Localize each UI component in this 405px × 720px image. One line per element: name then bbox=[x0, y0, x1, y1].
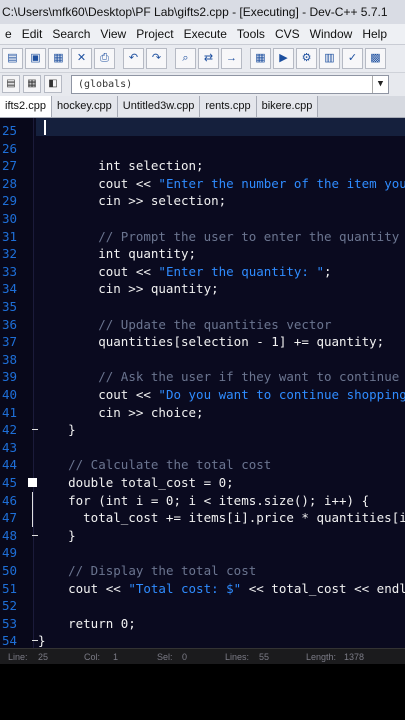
status-line-value: 25 bbox=[38, 652, 49, 662]
code-line[interactable]: cin >> selection; bbox=[0, 192, 405, 210]
status-sel-value: 0 bbox=[182, 652, 188, 662]
status-col-value: 1 bbox=[113, 652, 119, 662]
status-col-label: Col: bbox=[84, 652, 101, 662]
toolbar-separator bbox=[244, 48, 248, 69]
open-icon[interactable]: ▤ bbox=[2, 48, 23, 69]
code-line[interactable]: } bbox=[0, 632, 405, 648]
code-line[interactable]: cin >> quantity; bbox=[0, 280, 405, 298]
print-icon[interactable]: ⎙ bbox=[94, 48, 115, 69]
status-lines-value: 55 bbox=[259, 652, 270, 662]
code-line[interactable] bbox=[0, 597, 405, 615]
code-line[interactable]: // Ask the user if they want to continue… bbox=[0, 368, 405, 386]
code-line[interactable]: int quantity; bbox=[0, 245, 405, 263]
main-toolbar: ▤ ▣ ▦ ✕ ⎙ ↶ ↷ ⌕ ⇄ → ▦ ▶ ⚙ ▥ ✓ ▩ bbox=[0, 44, 405, 72]
menu-cvs[interactable]: CVS bbox=[270, 24, 305, 44]
toolbar-separator bbox=[117, 48, 121, 69]
code-line[interactable]: // Update the quantities vector bbox=[0, 316, 405, 334]
status-length-label: Length: bbox=[306, 652, 337, 662]
menu-search[interactable]: Search bbox=[47, 24, 95, 44]
code-line[interactable]: cout << "Enter the quantity: "; bbox=[0, 263, 405, 281]
code-line[interactable]: // Display the total cost bbox=[0, 562, 405, 580]
status-bar: Line: 25 Col: 1 Sel: 0 Lines: 55 Length:… bbox=[0, 648, 405, 664]
menu-bar: e Edit Search View Project Execute Tools CVS Win… bbox=[0, 24, 405, 44]
tab-bikere[interactable]: bikere.cpp bbox=[256, 96, 319, 117]
globals-value: (globals) bbox=[78, 79, 133, 90]
menu-window[interactable]: Window bbox=[305, 24, 358, 44]
status-lines-label: Lines: bbox=[225, 652, 250, 662]
tab-rents[interactable]: rents.cpp bbox=[200, 96, 257, 117]
code-line[interactable]: total_cost += items[i].price * quantitie… bbox=[0, 509, 405, 527]
compile-icon[interactable]: ▦ bbox=[250, 48, 271, 69]
compile-run-icon[interactable]: ⚙ bbox=[296, 48, 317, 69]
project-icon[interactable]: ▤ bbox=[2, 75, 20, 93]
code-line[interactable] bbox=[0, 439, 405, 457]
code-line[interactable]: // Calculate the total cost bbox=[0, 456, 405, 474]
menu-tools[interactable]: Tools bbox=[232, 24, 270, 44]
code-line[interactable]: cout << "Enter the number of the item yo… bbox=[0, 175, 405, 193]
goto-icon[interactable]: → bbox=[221, 48, 242, 69]
rebuild-icon[interactable]: ▥ bbox=[319, 48, 340, 69]
code-line[interactable]: } bbox=[0, 527, 405, 545]
run-icon[interactable]: ▶ bbox=[273, 48, 294, 69]
code-line[interactable] bbox=[0, 140, 405, 158]
redo-icon[interactable]: ↷ bbox=[146, 48, 167, 69]
code-line[interactable]: cout << "Total cost: $" << total_cost <<… bbox=[0, 580, 405, 598]
menu-project[interactable]: Project bbox=[131, 24, 178, 44]
code-line[interactable] bbox=[0, 351, 405, 369]
status-line-label: Line: bbox=[8, 652, 28, 662]
code-line[interactable] bbox=[0, 122, 405, 140]
menu-file[interactable]: e bbox=[0, 24, 17, 44]
grid-icon[interactable]: ▩ bbox=[365, 48, 386, 69]
class-icon[interactable]: ▦ bbox=[23, 75, 41, 93]
debug-icon[interactable]: ✓ bbox=[342, 48, 363, 69]
code-editor[interactable]: 25 26 27 28 29 30 31 32 33 34 35 36 37 38 39 40 41 42 43 44… bbox=[0, 118, 405, 648]
code-line[interactable] bbox=[0, 544, 405, 562]
menu-edit[interactable]: Edit bbox=[17, 24, 48, 44]
tab-untitled3w[interactable]: Untitled3w.cpp bbox=[117, 96, 201, 117]
code-line[interactable]: int selection; bbox=[0, 157, 405, 175]
code-line[interactable] bbox=[0, 298, 405, 316]
tab-hockey[interactable]: hockey.cpp bbox=[51, 96, 118, 117]
menu-view[interactable]: View bbox=[95, 24, 131, 44]
code-line[interactable]: double total_cost = 0; bbox=[0, 474, 405, 492]
secondary-toolbar: ▤ ▦ ◧ (globals) ▼ bbox=[0, 72, 405, 96]
save-icon[interactable]: ▣ bbox=[25, 48, 46, 69]
status-length-value: 1378 bbox=[344, 652, 365, 662]
chevron-down-icon[interactable]: ▼ bbox=[372, 76, 388, 93]
replace-icon[interactable]: ⇄ bbox=[198, 48, 219, 69]
bookmark-icon[interactable]: ◧ bbox=[44, 75, 62, 93]
globals-dropdown[interactable]: (globals) ▼ bbox=[71, 75, 389, 94]
toolbar-separator bbox=[169, 48, 173, 69]
window-title: C:\Users\mfk60\Desktop\PF Lab\gifts2.cpp… bbox=[0, 0, 405, 24]
tab-gifts2[interactable]: ifts2.cpp bbox=[0, 96, 52, 117]
code-line[interactable]: return 0; bbox=[0, 615, 405, 633]
status-sel-label: Sel: bbox=[157, 652, 173, 662]
find-icon[interactable]: ⌕ bbox=[175, 48, 196, 69]
screen-bezel bbox=[0, 664, 405, 720]
code-line[interactable]: cout << "Do you want to continue shoppin… bbox=[0, 386, 405, 404]
code-line[interactable] bbox=[0, 210, 405, 228]
close-icon[interactable]: ✕ bbox=[71, 48, 92, 69]
undo-icon[interactable]: ↶ bbox=[123, 48, 144, 69]
menu-help[interactable]: Help bbox=[357, 24, 392, 44]
menu-execute[interactable]: Execute bbox=[179, 24, 232, 44]
file-tabs: ifts2.cpp hockey.cpp Untitled3w.cpp rents.c… bbox=[0, 96, 405, 118]
code-line[interactable]: } bbox=[0, 421, 405, 439]
code-line[interactable]: cin >> choice; bbox=[0, 404, 405, 422]
code-line[interactable]: quantities[selection - 1] += quantity; bbox=[0, 333, 405, 351]
code-line[interactable]: for (int i = 0; i < items.size(); i++) { bbox=[0, 492, 405, 510]
code-line[interactable]: // Prompt the user to enter the quantity bbox=[0, 228, 405, 246]
save-all-icon[interactable]: ▦ bbox=[48, 48, 69, 69]
